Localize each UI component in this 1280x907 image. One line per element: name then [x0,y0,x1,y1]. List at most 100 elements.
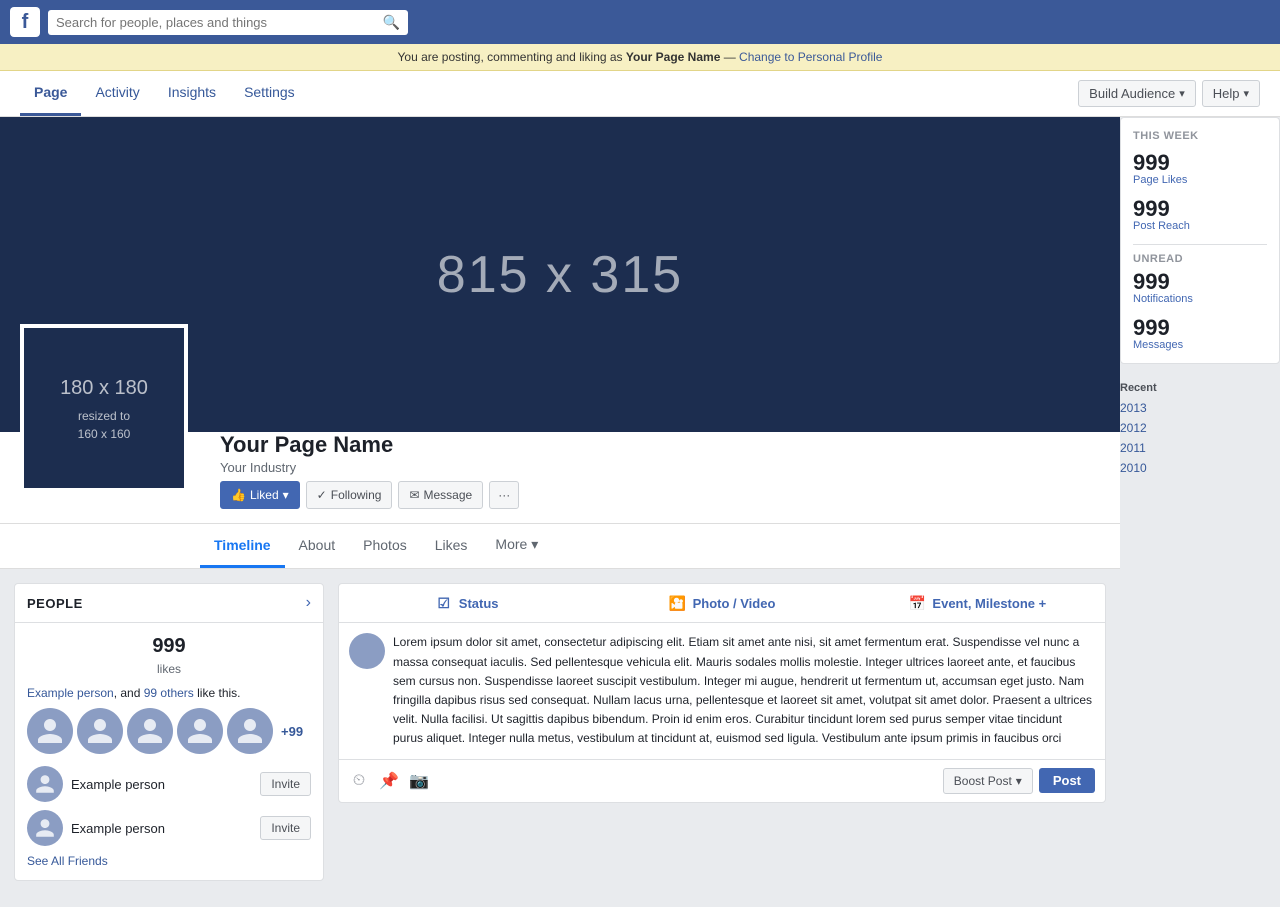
profile-pic-resize-label: resized to [78,407,130,425]
avatar-1 [27,708,73,754]
friend-link[interactable]: Example person [27,686,114,700]
timeline-tab-timeline[interactable]: Timeline [200,525,285,568]
message-icon: ✉ [409,488,419,502]
boost-post-button[interactable]: Boost Post ▾ [943,768,1033,794]
like-text: Example person, and 99 others like this. [27,686,311,700]
invite-button-2[interactable]: Invite [260,816,311,840]
avatar-4 [177,708,223,754]
event-icon: 📅 [908,594,926,612]
invite-avatar-1 [27,766,63,802]
stats-widget: THIS WEEK 999 Page Likes 999 Post Reach … [1120,117,1280,364]
schedule-icon[interactable]: ⏲ [349,771,369,791]
recent-year-2011[interactable]: 2011 [1120,438,1280,458]
post-text-content: Lorem ipsum dolor sit amet, consectetur … [393,633,1095,748]
invite-name-1: Example person [71,777,252,792]
invite-avatar-2 [27,810,63,846]
check-icon: ✓ [317,488,327,502]
post-tab-photo[interactable]: 🎦 Photo / Video [594,584,849,622]
search-input[interactable] [56,15,383,30]
invite-name-2: Example person [71,821,252,836]
recent-year-2013[interactable]: 2013 [1120,398,1280,418]
recent-year-2012[interactable]: 2012 [1120,418,1280,438]
notifications-label: Notifications [1133,293,1267,305]
friend-avatars: +99 [27,708,311,754]
page-nav-tabs: Page Activity Insights Settings [20,71,1078,116]
profile-picture[interactable]: 180 x 180 resized to 160 x 160 [20,324,188,492]
page-name-title: Your Page Name [220,432,1100,458]
post-tab-status[interactable]: ☑ Status [339,584,594,622]
timeline-tab-likes[interactable]: Likes [421,525,482,568]
photo-attach-icon[interactable]: 📷 [409,771,429,791]
following-button[interactable]: ✓ Following [306,481,393,509]
notifications-count: 999 [1133,271,1267,293]
post-tab-event[interactable]: 📅 Event, Milestone + [850,584,1105,622]
likes-label: likes [27,662,311,676]
timeline-tab-about[interactable]: About [285,525,350,568]
timeline-tabs: Timeline About Photos Likes More ▾ [0,523,1120,568]
message-button[interactable]: ✉ Message [398,481,483,509]
post-reach-label: Post Reach [1133,220,1267,232]
people-card-body: 999 likes Example person, and 99 others … [15,623,323,880]
profile-pic-dimensions: 180 x 180 [60,373,148,403]
invite-row-2: Example person Invite [27,810,311,846]
content-area: PEOPLE › 999 likes Example person, and 9… [0,569,1120,907]
invite-row-1: Example person Invite [27,766,311,802]
page-nav-right: Build Audience Help [1078,80,1260,107]
people-card-expand[interactable]: › [306,594,311,612]
avatar-2 [77,708,123,754]
left-sidebar: PEOPLE › 999 likes Example person, and 9… [14,583,324,893]
right-sidebar: THIS WEEK 999 Page Likes 999 Post Reach … [1120,117,1280,907]
post-footer: ⏲ 📌 📷 Boost Post ▾ Post [339,759,1105,802]
people-card: PEOPLE › 999 likes Example person, and 9… [14,583,324,881]
profile-info: Your Page Name Your Industry 👍 Liked ▾ ✓… [220,432,1100,513]
help-button[interactable]: Help [1202,80,1260,107]
liked-button[interactable]: 👍 Liked ▾ [220,481,300,509]
posting-banner: You are posting, commenting and liking a… [0,44,1280,71]
avatar-3 [127,708,173,754]
search-icon[interactable]: 🔍 [383,14,400,31]
people-card-header: PEOPLE › [15,584,323,623]
search-bar[interactable]: 🔍 [48,10,408,35]
center-content: 815 x 315 180 x 180 resized to 160 x 160… [0,117,1120,907]
profile-pic-resize-value: 160 x 160 [78,425,131,443]
thumbs-up-icon: 👍 [231,488,246,502]
timeline-tab-more[interactable]: More ▾ [481,524,552,568]
change-profile-link[interactable]: Change to Personal Profile [739,50,882,64]
page-navigation: Page Activity Insights Settings Build Au… [0,71,1280,117]
banner-page-name: Your Page Name [626,50,720,64]
post-footer-icons: ⏲ 📌 📷 [349,771,937,791]
tab-insights[interactable]: Insights [154,71,230,116]
avatar-more-count: +99 [281,724,303,739]
post-submit-button[interactable]: Post [1039,768,1095,793]
tab-page[interactable]: Page [20,71,81,116]
more-actions-button[interactable]: ··· [489,481,519,509]
messages-label: Messages [1133,339,1267,351]
post-body: Lorem ipsum dolor sit amet, consectetur … [339,623,1105,758]
page-likes-count: 999 [1133,152,1267,174]
post-author-avatar [349,633,385,669]
invite-button-1[interactable]: Invite [260,772,311,796]
page-industry-label: Your Industry [220,460,1100,475]
recent-title: Recent [1120,374,1280,398]
banner-text-before: You are posting, commenting and liking a… [398,50,626,64]
photo-icon: 🎦 [669,594,687,612]
tab-activity[interactable]: Activity [81,71,153,116]
others-link[interactable]: 99 others [144,686,194,700]
tab-settings[interactable]: Settings [230,71,309,116]
chevron-down-icon-liked: ▾ [283,488,289,502]
recent-section: Recent 2013 2012 2011 2010 [1120,374,1280,478]
timeline-tab-photos[interactable]: Photos [349,525,421,568]
build-audience-button[interactable]: Build Audience [1078,80,1196,107]
top-navigation: f 🔍 [0,0,1280,44]
chevron-down-icon [1179,87,1185,100]
profile-actions: 👍 Liked ▾ ✓ Following ✉ Message ··· [220,481,1100,509]
cover-dimensions-label: 815 x 315 [437,245,683,305]
recent-year-2010[interactable]: 2010 [1120,458,1280,478]
chevron-down-icon-boost: ▾ [1016,774,1022,788]
see-all-friends-link[interactable]: See All Friends [27,854,311,868]
messages-count: 999 [1133,317,1267,339]
chevron-down-icon-help [1243,87,1249,100]
location-icon[interactable]: 📌 [379,771,399,791]
likes-count: 999 [27,635,311,658]
post-reach-count: 999 [1133,198,1267,220]
